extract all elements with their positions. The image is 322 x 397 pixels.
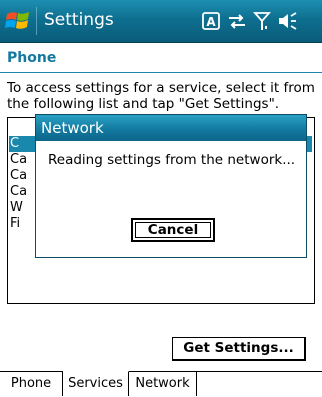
- dialog-title-bar: Network: [36, 115, 306, 141]
- tab-services[interactable]: Services: [63, 371, 129, 396]
- windows-start-icon[interactable]: [5, 8, 31, 34]
- tab-label: Phone: [10, 376, 52, 391]
- page-header: Phone: [0, 47, 322, 71]
- tab-label: Services: [68, 376, 123, 391]
- header-divider: [0, 72, 322, 73]
- tab-label: Network: [135, 376, 190, 391]
- tab-phone[interactable]: Phone: [0, 372, 63, 396]
- network-dialog: Network Reading settings from the networ…: [35, 114, 307, 258]
- list-item[interactable]: Ca: [10, 184, 27, 200]
- page-title: Phone: [7, 50, 57, 66]
- title-bar: Settings A: [0, 0, 322, 43]
- tab-bar: Phone Services Network: [0, 371, 322, 397]
- cancel-button-label: Cancel: [147, 222, 199, 238]
- instructions-text: To access settings for a service, select…: [7, 80, 315, 112]
- get-settings-button[interactable]: Get Settings...: [172, 337, 306, 361]
- list-item[interactable]: Ca: [10, 152, 27, 168]
- list-item[interactable]: Fi: [10, 216, 20, 232]
- get-settings-label: Get Settings...: [183, 340, 294, 356]
- dialog-title: Network: [41, 119, 104, 137]
- dialog-message: Reading settings from the network...: [48, 152, 296, 168]
- list-item[interactable]: W: [10, 200, 23, 216]
- input-method-icon[interactable]: A: [201, 10, 223, 32]
- list-item[interactable]: Ca: [10, 168, 27, 184]
- app-title: Settings: [44, 10, 114, 30]
- connectivity-icon[interactable]: [226, 10, 248, 32]
- title-separator: [36, 7, 37, 35]
- signal-icon[interactable]: [251, 10, 273, 32]
- cancel-button[interactable]: Cancel: [131, 218, 215, 242]
- tab-network[interactable]: Network: [129, 372, 197, 396]
- svg-text:A: A: [206, 15, 216, 29]
- volume-icon[interactable]: [276, 10, 298, 32]
